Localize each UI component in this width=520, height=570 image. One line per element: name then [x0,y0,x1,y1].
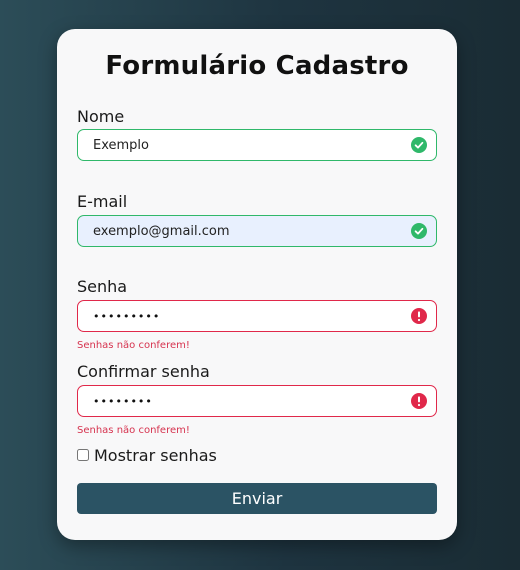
show-passwords-row[interactable]: Mostrar senhas [77,445,217,465]
email-label: E-mail [77,192,128,211]
exclamation-circle-icon [411,393,427,409]
confirm-password-input[interactable] [78,386,413,416]
show-passwords-checkbox[interactable] [77,449,89,461]
form-title: Formulário Cadastro [105,51,409,81]
password-field-wrapper [77,300,437,332]
password-error-message: Senhas não conferem! [77,340,190,351]
password-label: Senha [77,277,128,296]
password-input[interactable] [78,301,413,331]
email-field-wrapper [77,215,437,247]
confirm-password-field-wrapper [77,385,437,417]
show-passwords-label: Mostrar senhas [94,445,217,465]
signup-form-card: Formulário Cadastro Nome E-mail Senha Se… [57,29,457,540]
name-label: Nome [77,107,125,126]
name-input[interactable] [78,130,413,160]
confirm-password-error-message: Senhas não conferem! [77,425,190,436]
submit-button[interactable]: Enviar [77,483,437,514]
confirm-password-label: Confirmar senha [77,362,210,381]
exclamation-circle-icon [411,308,427,324]
check-circle-icon [411,137,427,153]
check-circle-icon [411,223,427,239]
email-input[interactable] [78,216,413,246]
name-field-wrapper [77,129,437,161]
